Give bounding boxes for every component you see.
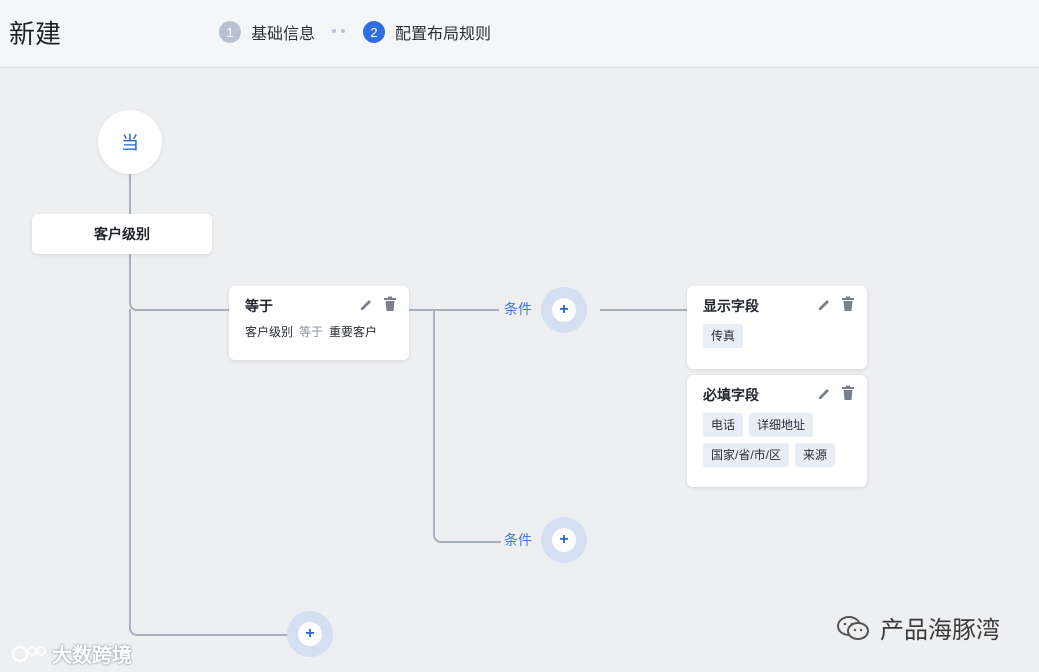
step-label-2: 配置布局规则 <box>395 26 492 43</box>
edit-icon[interactable] <box>817 296 831 312</box>
start-node: 当 <box>98 110 162 174</box>
connector-to-actions <box>600 309 687 311</box>
connector-condition-out <box>409 309 499 311</box>
connector-start-to-field <box>129 174 131 214</box>
connector-to-branch-2 <box>433 531 501 543</box>
condition-card[interactable]: 等于 客户级别 等于 重要客户 <box>229 286 409 360</box>
branch-label-2[interactable]: 条件 <box>504 530 532 550</box>
step-label-1: 基础信息 <box>251 26 316 43</box>
connector-field-trunk-lower <box>129 309 131 627</box>
show-fields-title: 显示字段 <box>703 298 759 314</box>
wechat-icon <box>837 615 869 640</box>
delete-icon[interactable] <box>841 296 855 312</box>
watermark-left: 大数跨境 <box>12 639 132 668</box>
watermark-right-text: 产品海豚湾 <box>880 617 1000 644</box>
condition-card-title: 等于 <box>245 298 273 314</box>
plus-icon: + <box>298 622 322 646</box>
condition-field: 客户级别 <box>245 325 294 339</box>
field-tag: 国家/省/市/区 <box>703 443 790 467</box>
field-tag: 电话 <box>703 413 744 437</box>
edit-icon[interactable] <box>359 296 373 312</box>
branch-label-1[interactable]: 条件 <box>504 299 532 319</box>
field-tag: 详细地址 <box>749 413 814 437</box>
watermark-left-text: 大数跨境 <box>52 645 132 667</box>
step-number-1: 1 <box>219 21 241 43</box>
required-fields-tags: 电话 详细地址国家/省/市/区 来源 <box>703 413 863 473</box>
add-branch-2-button[interactable]: + <box>541 517 587 563</box>
plus-icon: + <box>552 298 576 322</box>
field-card[interactable]: 客户级别 <box>32 214 212 254</box>
field-card-label: 客户级别 <box>94 226 150 242</box>
page-header: 新建 1 基础信息 2 配置布局规则 <box>0 0 1039 68</box>
delete-icon[interactable] <box>383 296 397 312</box>
delete-icon[interactable] <box>841 385 855 401</box>
connector-to-condition <box>129 300 231 311</box>
add-branch-1-button[interactable]: + <box>541 287 587 333</box>
connector-to-bottom-add <box>129 625 291 636</box>
step-layout-rules[interactable]: 2 配置布局规则 <box>363 20 491 44</box>
start-label: 当 <box>121 133 139 153</box>
watermark-logo-icon <box>12 645 46 662</box>
show-fields-tags: 传真 <box>703 324 749 354</box>
condition-value: 重要客户 <box>329 325 378 339</box>
connector-branch-trunk <box>433 309 435 533</box>
step-number-2: 2 <box>363 21 385 43</box>
edit-icon[interactable] <box>817 385 831 401</box>
show-fields-card[interactable]: 显示字段 传真 <box>687 286 867 369</box>
step-separator <box>332 29 345 33</box>
condition-operator: 等于 <box>299 325 324 339</box>
required-fields-card[interactable]: 必填字段 电话 详细地址国家/省/市/区 来源 <box>687 375 867 487</box>
add-field-button[interactable]: + <box>287 611 333 657</box>
step-basic-info[interactable]: 1 基础信息 <box>219 20 315 44</box>
plus-icon: + <box>552 528 576 552</box>
condition-expression: 客户级别 等于 重要客户 <box>245 323 377 340</box>
field-tag: 来源 <box>795 443 836 467</box>
watermark-right: 产品海豚湾 <box>836 610 1000 645</box>
field-tag: 传真 <box>703 324 744 348</box>
required-fields-title: 必填字段 <box>703 387 759 403</box>
connector-field-trunk <box>129 254 131 302</box>
page-title: 新建 <box>9 19 62 49</box>
